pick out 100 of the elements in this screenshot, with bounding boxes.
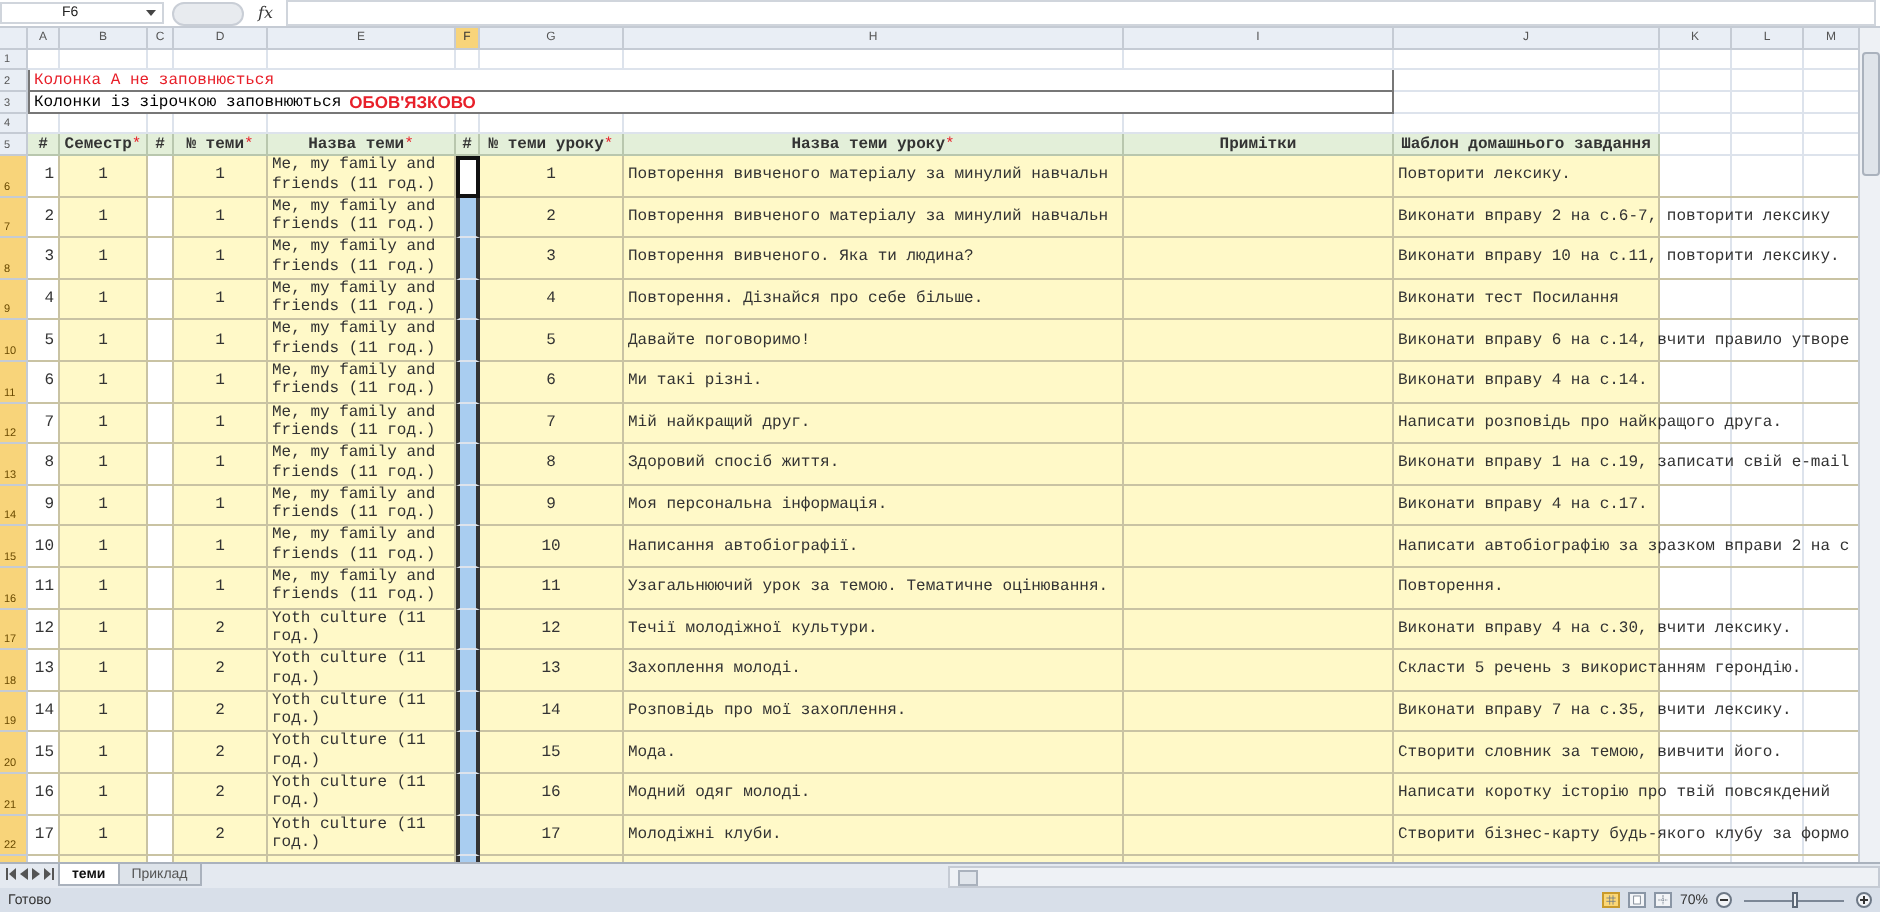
table-cell: 13 bbox=[480, 650, 624, 692]
last-sheet-icon[interactable] bbox=[44, 868, 54, 880]
table-cell: Повторити лексику. bbox=[1394, 156, 1859, 198]
column-title: Примітки bbox=[1124, 134, 1394, 156]
table-cell: 13 bbox=[28, 650, 60, 692]
selected-cell[interactable] bbox=[456, 485, 480, 527]
table-cell: 12 bbox=[480, 609, 624, 651]
table-cell: 1 bbox=[60, 815, 148, 857]
table-cell: Створити бізнес-карту будь-якого клубу за формо bbox=[1394, 815, 1859, 857]
selected-cell[interactable] bbox=[456, 773, 480, 815]
table-cell: Me, my family and friends (11 год.) bbox=[268, 403, 456, 445]
table-cell: 1 bbox=[60, 732, 148, 774]
table-cell: Yoth culture (11 год.) bbox=[268, 691, 456, 733]
note-text: Колонки із зірочкою заповнюються bbox=[34, 93, 342, 111]
table-cell: 1 bbox=[174, 238, 268, 280]
selected-cell[interactable] bbox=[456, 197, 480, 239]
table-cell: Захоплення молоді. bbox=[624, 650, 1124, 692]
horizontal-scrollbar[interactable] bbox=[948, 866, 1880, 888]
column-title: № теми уроку* bbox=[480, 134, 624, 156]
dropdown-icon[interactable] bbox=[146, 10, 156, 16]
table-cell: 1 bbox=[174, 567, 268, 610]
selected-cell[interactable] bbox=[456, 444, 480, 486]
selected-cell[interactable] bbox=[456, 650, 480, 692]
selected-cell[interactable] bbox=[456, 279, 480, 321]
table-cell: Виконати вправу 7 на с.35, вчити лексику. bbox=[1394, 691, 1859, 733]
table-cell: 2 bbox=[174, 609, 268, 651]
empty-cell bbox=[1660, 92, 1732, 114]
table-cell: Yoth culture (11 год.) bbox=[268, 773, 456, 815]
table-cell: Me, my family and friends (11 год.) bbox=[268, 279, 456, 321]
table-cell: Модний одяг молоді. bbox=[624, 773, 1124, 815]
table-cell: Me, my family and friends (11 год.) bbox=[268, 567, 456, 610]
page-layout-icon[interactable] bbox=[1627, 892, 1646, 908]
empty-cell bbox=[60, 50, 148, 70]
empty-cell bbox=[456, 50, 480, 70]
selected-cell[interactable] bbox=[456, 403, 480, 445]
next-sheet-icon[interactable] bbox=[32, 868, 40, 880]
table-cell: Мій найкращий друг. bbox=[624, 403, 1124, 445]
previous-sheet-icon[interactable] bbox=[20, 868, 28, 880]
selected-cell[interactable] bbox=[456, 732, 480, 774]
table-cell: 1 bbox=[174, 279, 268, 321]
table-cell: Виконати тест Посилання bbox=[1394, 279, 1859, 321]
table-cell: 2 bbox=[174, 691, 268, 733]
insert-function-button[interactable]: fx bbox=[252, 4, 279, 22]
selected-cell[interactable] bbox=[456, 238, 480, 280]
table-cell: Ми такі різні. bbox=[624, 361, 1124, 404]
table-cell: 10 bbox=[28, 526, 60, 568]
selected-cell[interactable] bbox=[456, 567, 480, 610]
table-cell: 1 bbox=[174, 526, 268, 568]
column-title: Назва теми уроку* bbox=[624, 134, 1124, 156]
empty-cell bbox=[1660, 50, 1732, 70]
table-cell: 1 bbox=[60, 691, 148, 733]
table-cell: Молодіжні клуби. bbox=[624, 815, 1124, 857]
table-cell: 1 bbox=[174, 197, 268, 239]
table-cell: 1 bbox=[174, 485, 268, 527]
selected-cell[interactable] bbox=[456, 320, 480, 362]
page-break-icon[interactable] bbox=[1653, 892, 1672, 908]
zoom-out-icon[interactable] bbox=[1716, 892, 1732, 908]
zoom-thumb[interactable] bbox=[1791, 891, 1797, 907]
table-cell: 2 bbox=[174, 773, 268, 815]
table-cell: Me, my family and friends (11 год.) bbox=[268, 197, 456, 239]
selected-cell[interactable] bbox=[456, 526, 480, 568]
table-cell: 1 bbox=[60, 773, 148, 815]
table-cell: Повторення вивченого матеріалу за минулий навчальн bbox=[624, 197, 1124, 239]
formula-input[interactable] bbox=[286, 0, 1876, 26]
empty-cell bbox=[174, 50, 268, 70]
table-cell: 5 bbox=[480, 320, 624, 362]
first-sheet-icon[interactable] bbox=[6, 868, 16, 880]
vertical-scrollbar[interactable] bbox=[1858, 28, 1880, 862]
table-cell: 1 bbox=[60, 444, 148, 486]
zoom-in-icon[interactable] bbox=[1856, 892, 1872, 908]
table-cell: 1 bbox=[60, 156, 148, 198]
table-cell: Давайте поговоримо! bbox=[624, 320, 1124, 362]
column-title: # bbox=[456, 134, 480, 156]
column-title: Семестр* bbox=[60, 134, 148, 156]
selected-cell[interactable] bbox=[456, 815, 480, 857]
column-title: # bbox=[28, 134, 60, 156]
table-cell: Здоровий спосіб життя. bbox=[624, 444, 1124, 486]
table-cell: 1 bbox=[28, 156, 60, 198]
table-cell: Виконати вправу 6 на с.14, вчити правило утворе bbox=[1394, 320, 1859, 362]
table-cell: 1 bbox=[60, 567, 148, 610]
table-cell: Скласти 5 речень з використанням герондію. bbox=[1394, 650, 1859, 692]
table-cell: 1 bbox=[60, 609, 148, 651]
table-cell: 9 bbox=[480, 485, 624, 527]
table-cell: 1 bbox=[174, 361, 268, 404]
selected-cell[interactable] bbox=[456, 609, 480, 651]
table-cell: Моя персональна інформація. bbox=[624, 485, 1124, 527]
empty-cell bbox=[1732, 50, 1804, 70]
table-cell: 11 bbox=[28, 567, 60, 610]
table-cell: 6 bbox=[480, 361, 624, 404]
table-cell: 2 bbox=[480, 197, 624, 239]
active-cell[interactable] bbox=[456, 156, 480, 198]
selected-cell[interactable] bbox=[456, 361, 480, 404]
table-cell: 1 bbox=[174, 403, 268, 445]
table-cell: 12 bbox=[28, 609, 60, 651]
table-cell: Повторення. bbox=[1394, 567, 1859, 610]
table-cell: 4 bbox=[28, 279, 60, 321]
selected-cell[interactable] bbox=[456, 691, 480, 733]
table-cell: Виконати вправу 4 на с.14. bbox=[1394, 361, 1859, 404]
table-cell: 15 bbox=[28, 732, 60, 774]
table-cell: Написати розповідь про найкращого друга. bbox=[1394, 403, 1859, 445]
